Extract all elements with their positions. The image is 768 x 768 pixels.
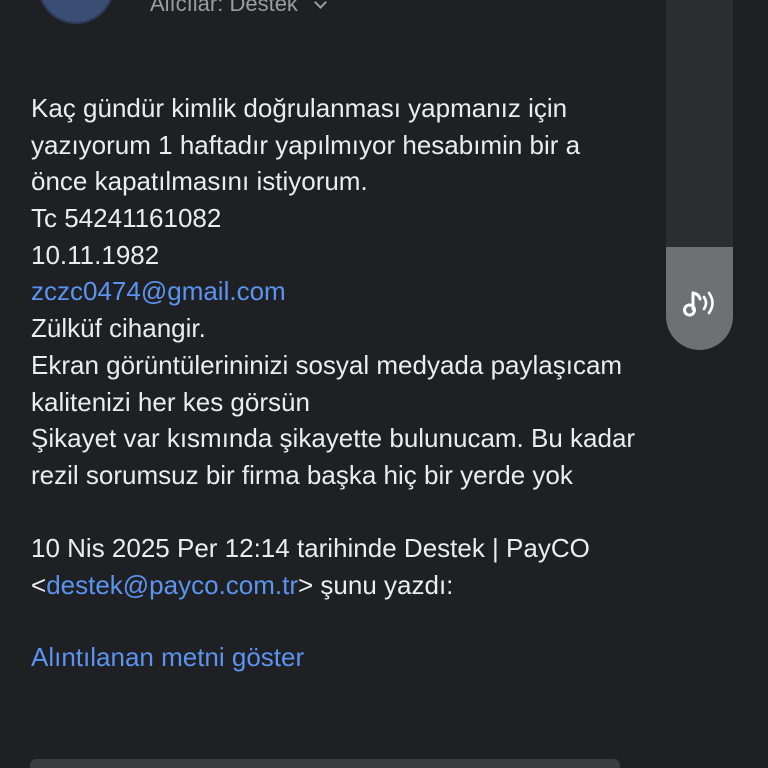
text-to-speech-icon[interactable] — [680, 287, 720, 321]
message-line: yazıyorum 1 haftadır yapılmıyor hesabımi… — [31, 129, 581, 160]
quote-header-line: 10 Nis 2025 Per 12:14 tarihinde Destek |… — [31, 533, 590, 564]
message-line: Şikayet var kısmında şikayette bulunucam… — [31, 423, 636, 454]
scrollbar-thumb[interactable] — [666, 247, 733, 350]
sender-avatar[interactable] — [38, 0, 114, 24]
message-line: Ekran görüntülerininizi sosyal medyada p… — [31, 349, 623, 380]
message-body: Kaç gündür kimlik doğrulanması yapmanız … — [31, 90, 751, 604]
message-line: Kaç gündür kimlik doğrulanması yapmanız … — [31, 93, 568, 123]
reply-bar[interactable] — [30, 759, 620, 768]
quote-header-suffix: > şunu yazdı: — [298, 569, 454, 600]
message-line: Tc 54241161082 — [31, 203, 222, 234]
quote-bracket-open: < — [31, 569, 47, 600]
chevron-down-icon[interactable] — [314, 0, 327, 9]
message-line: önce kapatılmasını istiyorum. — [31, 166, 368, 197]
sender-email-link[interactable]: destek@payco.com.tr — [46, 570, 298, 600]
recipients-label: Alıcılar: Destek — [150, 0, 298, 16]
show-quoted-text-link[interactable]: Alıntılanan metni göster — [31, 642, 304, 673]
quote-header-sender-line: <destek@payco.com.tr> şunu yazdı: — [31, 567, 751, 604]
message-line: rezil sorumsuz bir firma başka hiç bir y… — [31, 459, 573, 490]
email-link[interactable]: zczc0474@gmail.com — [31, 273, 751, 310]
message-line: 10.11.1982 — [31, 239, 160, 270]
message-line: Zülküf cihangir. — [31, 313, 206, 344]
scrollbar-track[interactable] — [666, 0, 733, 350]
message-line: kalitenizi her kes görsün — [31, 386, 310, 417]
recipients-row[interactable]: Alıcılar: Destek — [150, 0, 327, 17]
email-header: Alıcılar: Destek — [0, 0, 768, 30]
